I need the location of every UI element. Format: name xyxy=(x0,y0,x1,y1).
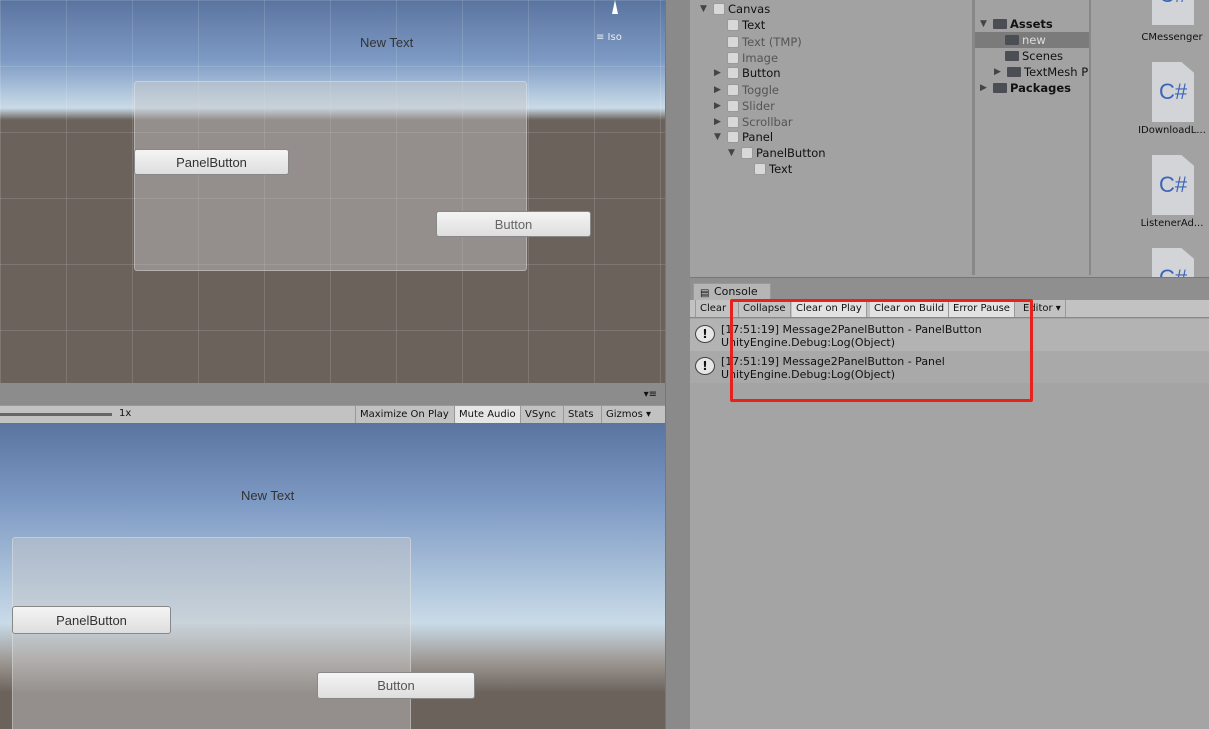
hierarchy-item-toggle[interactable]: ▶ Toggle xyxy=(714,82,779,98)
gameobject-icon xyxy=(727,100,739,112)
project-folder-tree: ▼ Assets new Scenes ▶ TextMesh P ▶ Packages xyxy=(975,0,1091,275)
gameobject-icon xyxy=(741,147,753,159)
info-icon: ! xyxy=(695,325,715,343)
panel-menu-icon[interactable]: ▾≡ xyxy=(644,389,657,400)
folder-assets[interactable]: ▼ Assets xyxy=(980,16,1053,32)
hierarchy-item-panelbutton[interactable]: ▼ PanelButton xyxy=(728,145,826,161)
gizmos-dropdown[interactable]: Gizmos ▾ xyxy=(601,406,665,423)
game-button[interactable]: Button xyxy=(317,672,475,699)
file-name[interactable]: IDownloadL... xyxy=(1132,125,1209,136)
folder-icon xyxy=(993,83,1007,93)
scale-label: 1x xyxy=(119,408,132,419)
folder-scenes[interactable]: Scenes xyxy=(1005,48,1063,64)
file-name[interactable]: ListenerAd... xyxy=(1132,218,1209,229)
folder-icon xyxy=(1005,35,1019,45)
hierarchy-item-canvas[interactable]: ▼ Canvas xyxy=(700,1,770,17)
file-name[interactable]: CMessenger xyxy=(1132,32,1209,43)
info-icon: ! xyxy=(695,357,715,375)
hierarchy-item-panelbutton-text[interactable]: Text xyxy=(754,161,792,177)
scene-view[interactable]: ≡ Iso New Text PanelButton Button xyxy=(0,0,665,383)
csharp-file-icon[interactable]: C# xyxy=(1152,62,1194,122)
folder-icon xyxy=(1005,51,1019,61)
scene-panel[interactable] xyxy=(134,81,527,271)
hierarchy-item-text-tmp[interactable]: Text (TMP) xyxy=(727,34,802,50)
hierarchy-item-scrollbar[interactable]: ▶ Scrollbar xyxy=(714,114,793,130)
folder-icon xyxy=(1007,67,1021,77)
gameobject-icon xyxy=(713,3,725,15)
gizmos-label: Gizmos xyxy=(606,409,643,420)
scene-new-text: New Text xyxy=(360,35,414,50)
gameobject-icon xyxy=(727,19,739,31)
gameobject-icon xyxy=(727,116,739,128)
hierarchy-item-slider[interactable]: ▶ Slider xyxy=(714,98,775,114)
gameobject-icon xyxy=(727,131,739,143)
gameobject-icon xyxy=(754,163,766,175)
game-view[interactable]: New Text PanelButton Button xyxy=(0,423,665,729)
hierarchy-item-text[interactable]: Text xyxy=(727,17,765,33)
clear-button[interactable]: Clear xyxy=(695,300,732,317)
folder-new[interactable]: new xyxy=(975,32,1089,48)
stats-toggle[interactable]: Stats xyxy=(563,406,598,423)
csharp-file-icon[interactable]: C# xyxy=(1152,155,1194,215)
csharp-file-icon[interactable]: C# xyxy=(1152,0,1194,25)
project-panel: ▼ Assets new Scenes ▶ TextMesh P ▶ Packages… xyxy=(972,0,1209,308)
hierarchy-item-image[interactable]: Image xyxy=(727,50,778,66)
scene-panel-button[interactable]: PanelButton xyxy=(134,149,289,175)
hierarchy-item-panel[interactable]: ▼ Panel xyxy=(714,129,773,145)
vsync-toggle[interactable]: VSync xyxy=(520,406,560,423)
scene-button[interactable]: Button xyxy=(436,211,591,237)
gameobject-icon xyxy=(727,52,739,64)
gameobject-icon xyxy=(727,84,739,96)
game-panel-button[interactable]: PanelButton xyxy=(12,606,171,634)
scale-slider[interactable] xyxy=(0,413,112,416)
hierarchy-item-button[interactable]: ▶ Button xyxy=(714,65,781,81)
folder-textmesh-pro[interactable]: ▶ TextMesh P xyxy=(994,64,1089,80)
highlight-box xyxy=(730,299,1033,402)
panel-splitter[interactable] xyxy=(665,0,690,729)
iso-label[interactable]: ≡ Iso xyxy=(596,32,622,43)
folder-packages[interactable]: ▶ Packages xyxy=(980,80,1071,96)
game-new-text: New Text xyxy=(241,488,295,503)
hierarchy-panel: ▼ Canvas Text Text (TMP) Image ▶ Button ▶ T… xyxy=(690,0,972,275)
game-toolbar: ▾≡ 1x Maximize On Play Mute Audio VSync … xyxy=(0,383,665,423)
mute-audio-toggle[interactable]: Mute Audio xyxy=(454,406,520,423)
folder-icon xyxy=(993,19,1007,29)
gameobject-icon xyxy=(727,67,739,79)
gameobject-icon xyxy=(727,36,739,48)
tab-console[interactable]: ▤ Console xyxy=(693,283,771,300)
maximize-on-play-toggle[interactable]: Maximize On Play xyxy=(355,406,453,423)
